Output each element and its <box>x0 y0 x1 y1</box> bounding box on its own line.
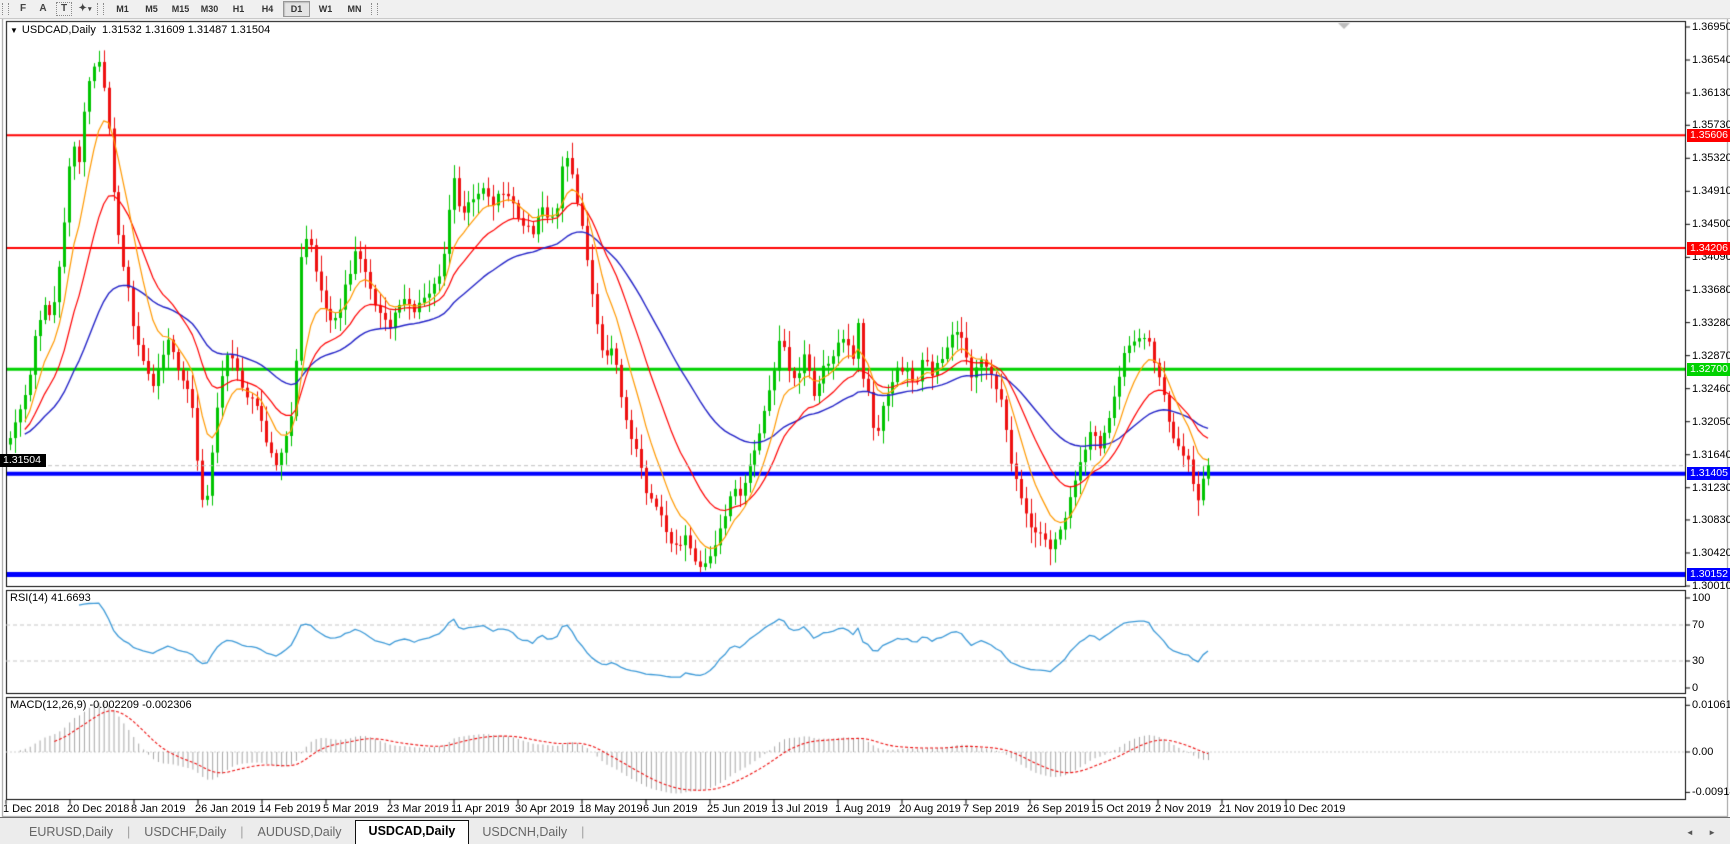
text-label-tool-button[interactable]: T <box>56 2 72 16</box>
toolbar-grip-icon[interactable] <box>97 3 104 15</box>
timeframe-button-mn[interactable]: MN <box>341 1 368 17</box>
date-axis-tick-label: 20 Aug 2019 <box>899 803 961 816</box>
macd-axis-tick-label: 0.010615 <box>1692 699 1730 712</box>
price-axis-tick-label: 1.34500 <box>1692 218 1730 231</box>
date-axis-tick-label: 1 Aug 2019 <box>835 803 891 816</box>
text-tool-icon: A <box>39 3 46 14</box>
current-price-flag: 1.31504 <box>0 454 46 467</box>
fibonacci-tool-button[interactable]: F <box>13 2 33 16</box>
rsi-axis-tick-label: 0 <box>1692 682 1698 695</box>
tab-separator: | <box>580 825 585 844</box>
date-axis-tick-label: 26 Jan 2019 <box>195 803 256 816</box>
price-axis-tick-label: 1.31640 <box>1692 449 1730 462</box>
price-axis-tick-label: 1.32460 <box>1692 383 1730 396</box>
price-axis-tick-label: 1.36130 <box>1692 87 1730 100</box>
rsi-indicator-label: RSI(14) 41.6693 <box>10 592 91 604</box>
arrows-tool-button[interactable]: ✦▾ <box>75 2 95 16</box>
rsi-axis-tick-label: 100 <box>1692 592 1710 605</box>
timeframe-button-h1[interactable]: H1 <box>225 1 252 17</box>
toolbar-grip-icon[interactable] <box>371 3 378 15</box>
level-price-flag: 1.34206 <box>1687 242 1730 255</box>
chart-symbol-label: USDCAD,Daily <box>22 24 96 36</box>
symbol-tab-usdcad[interactable]: USDCAD,Daily <box>355 820 470 844</box>
date-axis-tick-label: 8 Jan 2019 <box>131 803 185 816</box>
price-chart-canvas[interactable] <box>0 0 1730 844</box>
chart-ohlc-values: 1.31532 1.31609 1.31487 1.31504 <box>102 24 270 36</box>
chart-title: ▼ USDCAD,Daily 1.31532 1.31609 1.31487 1.… <box>10 24 270 36</box>
date-axis-tick-label: 14 Feb 2019 <box>259 803 321 816</box>
price-axis-tick-label: 1.30420 <box>1692 547 1730 560</box>
timeframe-button-w1[interactable]: W1 <box>312 1 339 17</box>
macd-axis-tick-label: 0.00 <box>1692 746 1713 759</box>
price-axis-tick-label: 1.33680 <box>1692 284 1730 297</box>
timeframe-button-m1[interactable]: M1 <box>109 1 136 17</box>
date-axis-tick-label: 23 Mar 2019 <box>387 803 449 816</box>
symbol-tab-usdcnh[interactable]: USDCNH,Daily <box>469 822 580 844</box>
collapse-triangle-icon[interactable]: ▼ <box>10 26 18 35</box>
date-axis-tick-label: 11 Apr 2019 <box>451 803 510 816</box>
tab-scroll-right-icon[interactable]: ► <box>1708 828 1722 837</box>
rsi-axis-tick-label: 70 <box>1692 619 1704 632</box>
date-axis-tick-label: 5 Mar 2019 <box>323 803 379 816</box>
date-axis-tick-label: 2 Nov 2019 <box>1155 803 1211 816</box>
terminal-window: F A T ✦▾ M1M5M15M30H1H4D1W1MN ▼ USDCAD,Daily… <box>0 0 1730 844</box>
macd-axis-tick-label: -0.009181 <box>1692 786 1730 799</box>
toolbar-grip-icon[interactable] <box>2 3 9 15</box>
price-axis-tick-label: 1.30830 <box>1692 514 1730 527</box>
timeframe-button-m30[interactable]: M30 <box>196 1 223 17</box>
chevron-down-icon[interactable]: ▾ <box>88 6 92 13</box>
toolbar: F A T ✦▾ M1M5M15M30H1H4D1W1MN <box>0 0 1730 19</box>
date-axis-tick-label: 26 Sep 2019 <box>1027 803 1089 816</box>
line-studies-group: F A T ✦▾ <box>13 2 95 16</box>
date-axis-tick-label: 7 Sep 2019 <box>963 803 1019 816</box>
date-axis-tick-label: 15 Oct 2019 <box>1091 803 1151 816</box>
date-axis-tick-label: 25 Jun 2019 <box>707 803 768 816</box>
text-label-tool-icon: T <box>61 3 67 14</box>
date-axis-tick-label: 21 Nov 2019 <box>1219 803 1281 816</box>
price-axis-tick-label: 1.32870 <box>1692 350 1730 363</box>
date-axis-tick-label: 6 Jun 2019 <box>643 803 697 816</box>
level-price-flag: 1.31405 <box>1687 467 1730 480</box>
timeframe-button-m15[interactable]: M15 <box>167 1 194 17</box>
symbol-tab-audusd[interactable]: AUDUSD,Daily <box>245 822 355 844</box>
date-axis-tick-label: 30 Apr 2019 <box>515 803 574 816</box>
text-tool-button[interactable]: A <box>33 2 53 16</box>
tab-scroll-left-icon[interactable]: ◄ <box>1686 828 1700 837</box>
level-price-flag: 1.30152 <box>1687 568 1730 581</box>
arrows-tool-icon: ✦ <box>79 3 87 14</box>
price-axis-tick-label: 1.36540 <box>1692 54 1730 67</box>
timeframe-button-d1[interactable]: D1 <box>283 1 310 17</box>
fibonacci-tool-icon: F <box>20 3 26 14</box>
level-price-flag: 1.32700 <box>1687 363 1730 376</box>
date-axis-tick-label: 1 Dec 2018 <box>3 803 59 816</box>
date-axis-tick-label: 13 Jul 2019 <box>771 803 828 816</box>
tab-scroll-arrows: ◄ ► <box>1686 828 1722 837</box>
date-axis-tick-label: 10 Dec 2019 <box>1283 803 1345 816</box>
symbol-tab-bar: EURUSD,Daily|USDCHF,Daily|AUDUSD,DailyUS… <box>0 817 1730 844</box>
timeframe-group: M1M5M15M30H1H4D1W1MN <box>108 1 369 17</box>
level-price-flag: 1.35606 <box>1687 129 1730 142</box>
price-axis-tick-label: 1.33280 <box>1692 317 1730 330</box>
timeframe-button-m5[interactable]: M5 <box>138 1 165 17</box>
date-axis-tick-label: 20 Dec 2018 <box>67 803 129 816</box>
price-axis-tick-label: 1.36950 <box>1692 21 1730 34</box>
rsi-axis-tick-label: 30 <box>1692 655 1704 668</box>
price-axis-tick-label: 1.32050 <box>1692 416 1730 429</box>
symbol-tab-usdchf[interactable]: USDCHF,Daily <box>131 822 239 844</box>
timeframe-button-h4[interactable]: H4 <box>254 1 281 17</box>
symbol-tab-eurusd[interactable]: EURUSD,Daily <box>16 822 126 844</box>
macd-indicator-label: MACD(12,26,9) -0.002209 -0.002306 <box>10 699 192 711</box>
date-axis-tick-label: 18 May 2019 <box>579 803 643 816</box>
price-axis-tick-label: 1.35320 <box>1692 152 1730 165</box>
price-axis-tick-label: 1.31230 <box>1692 482 1730 495</box>
price-axis-tick-label: 1.34910 <box>1692 185 1730 198</box>
